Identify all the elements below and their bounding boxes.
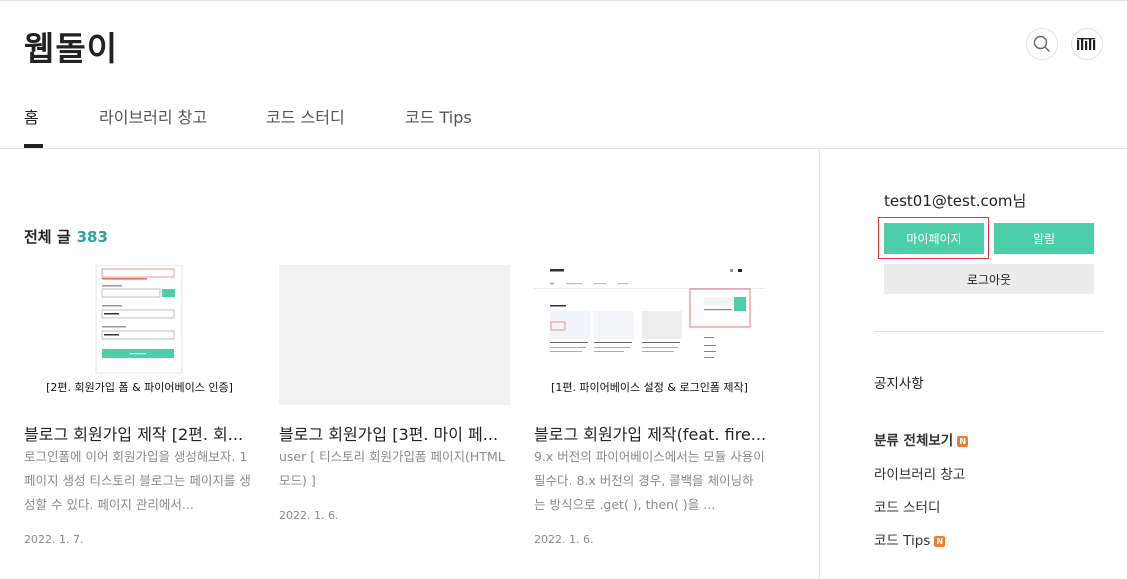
category-all-link[interactable]: 분류 전체보기 N [874,429,969,449]
category-code-study[interactable]: 코드 스터디 [874,496,940,516]
thumbnail-caption: [2편. 회원가입 폼 & 파이어베이스 인증] [46,381,233,394]
thumbnail-caption: [1편. 파이어베이스 설정 & 로그인폼 제작] [551,381,748,394]
post-card[interactable]: [2편. 회원가입 폼 & 파이어베이스 인증] 블로그 회원가입 제작 [2편… [24,265,255,555]
signup-form-screenshot [95,265,183,374]
post-summary: 9.x 버전의 파이어베이스에서는 모듈 사용이 필수다. 8.x 버전의 경우… [534,449,765,512]
post-date: 2022. 1. 7. [24,533,84,546]
category-library[interactable]: 라이브러리 창고 [874,463,965,483]
tab-code-study[interactable]: 코드 스터디 [266,104,345,128]
sidebar-divider [819,149,820,579]
post-thumbnail[interactable]: [2편. 회원가입 폼 & 파이어베이스 인증] [24,265,255,405]
post-summary: user [ 티스토리 회원가입폼 페이지(HTML모드) ] [279,449,505,488]
top-border [0,0,1127,4]
main-nav: 홈 라이브러리 창고 코드 스터디 코드 Tips [0,100,819,148]
post-date: 2022. 1. 6. [279,509,339,522]
blog-screenshot [534,269,765,358]
blog-title[interactable]: 웹돌이 [24,22,118,70]
mypage-button[interactable]: 마이페이지 [884,223,984,254]
nav-divider [0,148,1127,149]
post-count: 383 [76,228,108,246]
post-title[interactable]: 블로그 회원가입 제작 [2편. 회... [24,421,255,445]
post-thumbnail[interactable]: [1편. 파이어베이스 설정 & 로그인폼 제작] [534,265,765,405]
avatar[interactable] [1071,28,1103,60]
section-title-label: 전체 글 [24,228,71,246]
logout-button[interactable]: 로그아웃 [884,264,1094,294]
search-icon [1033,35,1050,52]
tab-home[interactable]: 홈 [24,104,39,128]
profile-logo-icon [1077,38,1096,50]
alarm-button[interactable]: 알림 [994,223,1094,254]
tab-library[interactable]: 라이브러리 창고 [99,104,207,128]
tab-code-tips[interactable]: 코드 Tips [405,104,472,128]
new-badge: N [934,535,946,547]
post-date: 2022. 1. 6. [534,533,594,546]
category-code-tips-label: 코드 Tips [874,533,931,549]
category-all-label: 분류 전체보기 [874,433,954,449]
post-summary: 로그인폼에 이어 회원가입을 생성해보자. 1 페이지 생성 티스토리 블로그는… [24,449,251,512]
new-badge: N [957,435,969,447]
sidebar-separator [874,331,1104,332]
post-title[interactable]: 블로그 회원가입 [3편. 마이 페... [279,421,510,445]
section-title: 전체 글 383 [24,226,108,247]
category-code-tips[interactable]: 코드 Tips N [874,529,946,549]
post-title[interactable]: 블로그 회원가입 제작(feat. fire... [534,421,765,445]
post-thumbnail[interactable] [279,265,510,405]
notice-link[interactable]: 공지사항 [874,372,924,392]
post-card[interactable]: [1편. 파이어베이스 설정 & 로그인폼 제작] 블로그 회원가입 제작(fe… [534,265,765,555]
user-name: test01@test.com님 [884,192,1027,210]
search-button[interactable] [1026,28,1058,60]
post-card[interactable]: 블로그 회원가입 [3편. 마이 페... user [ 티스토리 회원가입폼 … [279,265,510,555]
